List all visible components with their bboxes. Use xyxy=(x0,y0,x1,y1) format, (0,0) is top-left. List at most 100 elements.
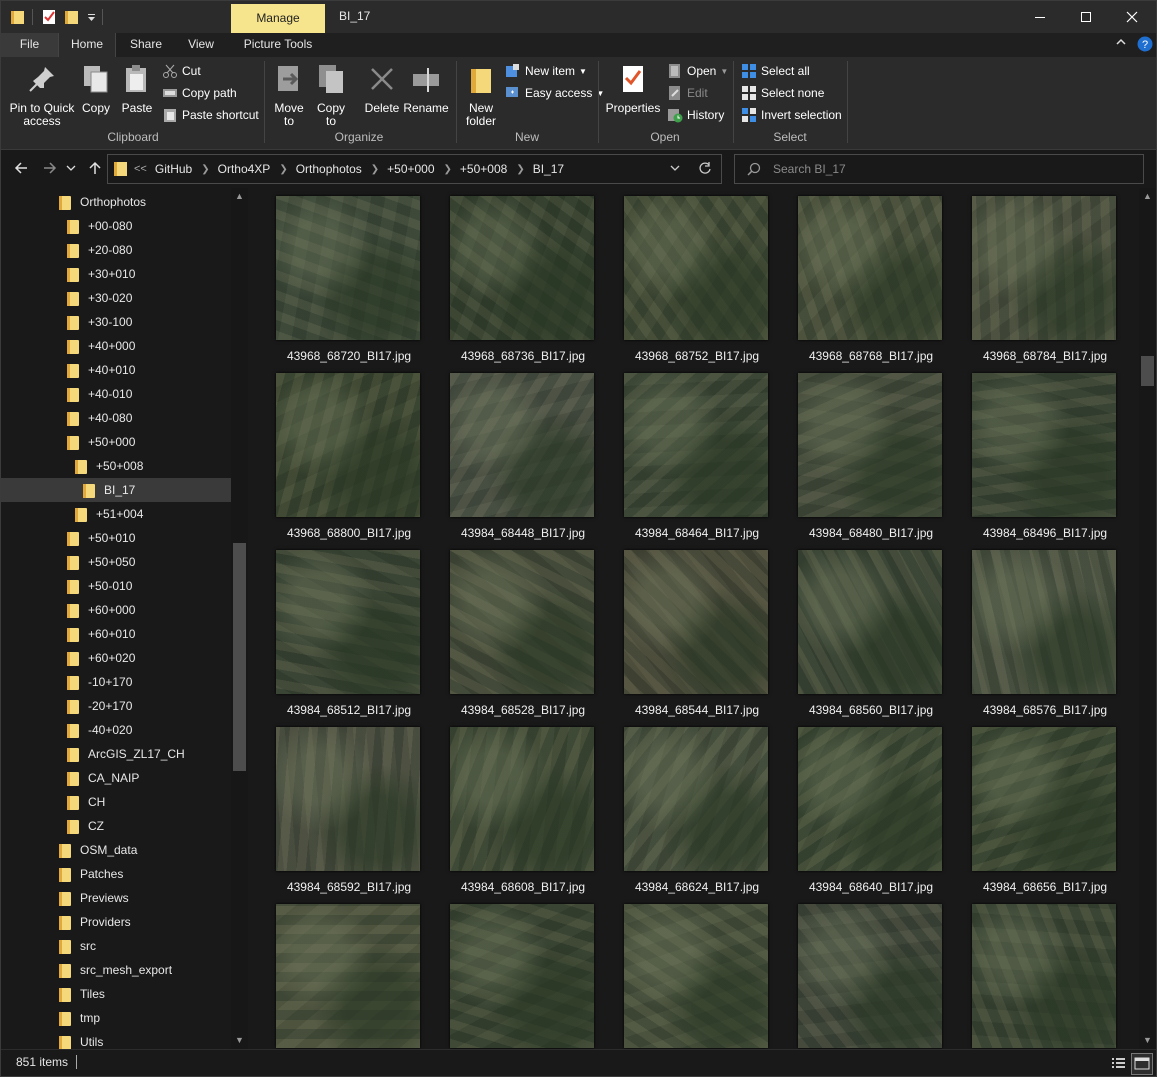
file-tile[interactable]: 43984_68496_BI17.jpg xyxy=(945,365,1119,542)
edit-button[interactable]: Edit xyxy=(667,83,708,103)
tree-item[interactable]: -10+170 xyxy=(1,670,231,694)
tree-item[interactable]: +20-080 xyxy=(1,238,231,262)
file-tile[interactable] xyxy=(771,896,945,1049)
tree-item[interactable]: ArcGIS_ZL17_CH xyxy=(1,742,231,766)
file-tile[interactable]: 43968_68736_BI17.jpg xyxy=(423,188,597,365)
image-thumbnail[interactable] xyxy=(624,196,768,340)
file-tile[interactable]: 43968_68720_BI17.jpg xyxy=(249,188,423,365)
tab-file[interactable]: File xyxy=(1,33,58,57)
file-tile[interactable]: 43984_68544_BI17.jpg xyxy=(597,542,771,719)
tree-item[interactable]: CA_NAIP xyxy=(1,766,231,790)
file-tile[interactable]: 43968_68800_BI17.jpg xyxy=(249,365,423,542)
tree-item[interactable]: +30-100 xyxy=(1,310,231,334)
breadcrumb-overflow[interactable]: << xyxy=(134,163,147,175)
file-tile[interactable]: 43968_68752_BI17.jpg xyxy=(597,188,771,365)
tree-item[interactable]: CH xyxy=(1,790,231,814)
new-item-button[interactable]: New item ▼ xyxy=(505,61,587,81)
open-button[interactable]: Open ▼ xyxy=(667,61,728,81)
history-button[interactable]: History xyxy=(667,105,724,125)
breadcrumb-separator-icon[interactable]: ❯ xyxy=(201,164,209,175)
tree-item[interactable]: +51+004 xyxy=(1,502,231,526)
customize-dropdown-icon[interactable] xyxy=(87,8,97,26)
file-tile[interactable]: 43984_68608_BI17.jpg xyxy=(423,719,597,896)
file-tile[interactable] xyxy=(597,896,771,1049)
file-tile[interactable] xyxy=(249,896,423,1049)
file-tile[interactable]: 43984_68640_BI17.jpg xyxy=(771,719,945,896)
file-tile[interactable]: 43984_68512_BI17.jpg xyxy=(249,542,423,719)
tree-item[interactable]: Patches xyxy=(1,862,231,886)
tree-item[interactable]: Utils xyxy=(1,1030,231,1049)
tree-item[interactable]: Previews xyxy=(1,886,231,910)
folder-icon[interactable] xyxy=(11,8,25,26)
tree-item[interactable]: +50+000 xyxy=(1,430,231,454)
tree-item[interactable]: +60+000 xyxy=(1,598,231,622)
tree-item[interactable]: src xyxy=(1,934,231,958)
tree-item[interactable]: src_mesh_export xyxy=(1,958,231,982)
details-view-icon[interactable] xyxy=(1109,1054,1127,1072)
tree-item[interactable]: BI_17 xyxy=(1,478,231,502)
file-tile[interactable]: 43984_68448_BI17.jpg xyxy=(423,365,597,542)
breadcrumb-separator-icon[interactable]: ❯ xyxy=(371,164,379,175)
move-to-button[interactable]: Move to xyxy=(271,63,307,128)
tree-item[interactable]: +50-010 xyxy=(1,574,231,598)
file-tile[interactable]: 43968_68784_BI17.jpg xyxy=(945,188,1119,365)
nav-pane-scrollbar[interactable]: ▲ ▼ xyxy=(231,188,248,1049)
image-thumbnail[interactable] xyxy=(276,373,420,517)
select-all-button[interactable]: Select all xyxy=(741,61,810,81)
image-thumbnail[interactable] xyxy=(972,550,1116,694)
file-tile[interactable]: 43968_68768_BI17.jpg xyxy=(771,188,945,365)
image-thumbnail[interactable] xyxy=(450,373,594,517)
copy-path-button[interactable]: Copy path xyxy=(162,83,237,103)
breadcrumb-50-000[interactable]: +50+000 xyxy=(387,162,434,176)
image-thumbnail[interactable] xyxy=(450,727,594,871)
tree-item[interactable]: CZ xyxy=(1,814,231,838)
tree-item[interactable]: -40+020 xyxy=(1,718,231,742)
scroll-up-icon[interactable]: ▲ xyxy=(231,188,248,205)
forward-arrow-icon[interactable] xyxy=(39,160,61,178)
breadcrumb-orthophotos[interactable]: Orthophotos xyxy=(296,162,362,176)
properties-check-icon[interactable] xyxy=(42,8,56,26)
rename-button[interactable]: Rename xyxy=(403,63,449,115)
breadcrumb-separator-icon[interactable]: ❯ xyxy=(279,164,287,175)
image-thumbnail[interactable] xyxy=(624,550,768,694)
tree-item[interactable]: +40-010 xyxy=(1,382,231,406)
properties-button[interactable]: Properties xyxy=(603,63,663,115)
minimize-button[interactable] xyxy=(1017,1,1063,33)
image-thumbnail[interactable] xyxy=(450,904,594,1048)
delete-button[interactable]: Delete xyxy=(363,63,401,115)
image-thumbnail[interactable] xyxy=(798,727,942,871)
collapse-ribbon-icon[interactable] xyxy=(1115,36,1129,52)
tree-item[interactable]: +30-020 xyxy=(1,286,231,310)
cut-button[interactable]: Cut xyxy=(162,61,201,81)
file-tile[interactable] xyxy=(423,896,597,1049)
image-thumbnail[interactable] xyxy=(276,196,420,340)
file-tile[interactable]: 43984_68528_BI17.jpg xyxy=(423,542,597,719)
image-thumbnail[interactable] xyxy=(972,196,1116,340)
image-thumbnail[interactable] xyxy=(624,373,768,517)
new-folder-icon[interactable] xyxy=(65,8,79,26)
image-thumbnail[interactable] xyxy=(972,727,1116,871)
scroll-down-icon[interactable]: ▼ xyxy=(231,1032,248,1049)
tree-item[interactable]: +60+010 xyxy=(1,622,231,646)
breadcrumb-github[interactable]: GitHub xyxy=(155,162,192,176)
image-thumbnail[interactable] xyxy=(624,727,768,871)
tree-item[interactable]: -20+170 xyxy=(1,694,231,718)
tree-item[interactable]: +40-080 xyxy=(1,406,231,430)
tab-picture-tools[interactable]: Picture Tools xyxy=(231,33,325,57)
paste-shortcut-button[interactable]: Paste shortcut xyxy=(162,105,259,125)
image-thumbnail[interactable] xyxy=(450,196,594,340)
scroll-up-icon[interactable]: ▲ xyxy=(1139,188,1156,205)
tree-item[interactable]: tmp xyxy=(1,1006,231,1030)
copy-button[interactable]: Copy xyxy=(79,63,113,115)
tree-item[interactable]: Providers xyxy=(1,910,231,934)
file-tile[interactable]: 43984_68656_BI17.jpg xyxy=(945,719,1119,896)
breadcrumb-50-008[interactable]: +50+008 xyxy=(460,162,507,176)
close-button[interactable] xyxy=(1109,1,1155,33)
easy-access-button[interactable]: Easy access ▼ xyxy=(505,83,604,103)
image-thumbnail[interactable] xyxy=(450,550,594,694)
tree-item[interactable]: Tiles xyxy=(1,982,231,1006)
breadcrumb-bi-17[interactable]: BI_17 xyxy=(533,162,564,176)
file-tile[interactable]: 43984_68464_BI17.jpg xyxy=(597,365,771,542)
tab-share[interactable]: Share xyxy=(118,33,174,57)
nav-pane-scroll-thumb[interactable] xyxy=(233,543,246,771)
